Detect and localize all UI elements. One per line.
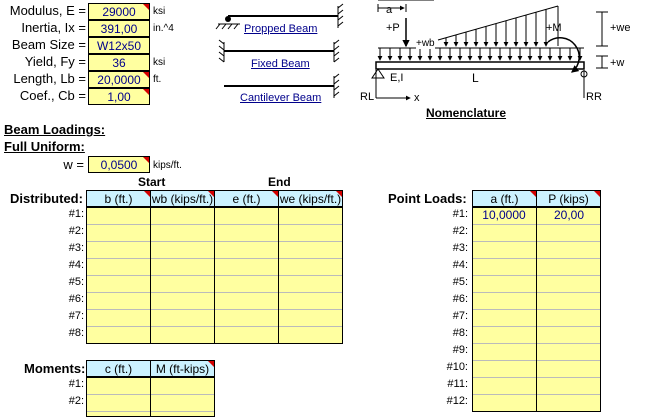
table-row-label: #3:: [68, 242, 84, 254]
table-row-label: #9:: [452, 344, 468, 356]
table-row-label: #1:: [452, 208, 468, 220]
table-row-label: #3:: [452, 242, 468, 254]
yield-unit: ksi: [153, 57, 166, 68]
beam-size-label: Beam Size =: [11, 37, 86, 52]
distributed-header-wb: wb (kips/ft.): [150, 190, 215, 207]
diagram-wb-label: +wb: [416, 38, 435, 49]
table-row-label: #4:: [68, 259, 84, 271]
diagram-l-label: L: [472, 71, 479, 85]
table-row-label: #7:: [68, 310, 84, 322]
column-divider: [278, 207, 279, 344]
table-row-label: #2:: [452, 225, 468, 237]
diagram-w-label: +w: [610, 57, 625, 69]
table-row-label: #1:: [68, 208, 84, 220]
moments-header-c: c (ft.): [86, 360, 151, 377]
propped-beam-button[interactable]: Propped Beam: [244, 23, 317, 35]
full-uniform-label: w =: [63, 157, 84, 172]
table-row-label: #11:: [447, 378, 468, 390]
diagram-m-label: +M: [546, 22, 562, 34]
column-divider: [214, 207, 215, 344]
point-load-a-1[interactable]: 10,0000: [472, 207, 536, 223]
modulus-input[interactable]: 29000: [88, 3, 150, 20]
table-row-label: #10:: [446, 361, 468, 373]
diagram-a-label: a: [386, 4, 393, 16]
inertia-input[interactable]: 391,00: [88, 20, 150, 37]
yield-label: Yield, Fy =: [24, 54, 86, 69]
table-row-label: #4:: [452, 259, 468, 271]
full-uniform-input[interactable]: 0,0500: [88, 156, 150, 173]
fixed-beam-button[interactable]: Fixed Beam: [251, 58, 310, 70]
distributed-header-we: we (kips/ft.): [278, 190, 343, 207]
diagram-we-label: +we: [610, 22, 631, 34]
column-divider: [150, 377, 151, 417]
table-row-label: #8:: [452, 327, 468, 339]
cb-label: Coef., Cb =: [19, 88, 86, 103]
cantilever-beam-button[interactable]: Cantilever Beam: [240, 92, 321, 104]
distributed-start-label: Start: [138, 175, 166, 189]
table-row-label: #6:: [452, 293, 468, 305]
table-row-label: #2:: [68, 225, 84, 237]
length-label: Length, Lb =: [13, 71, 86, 86]
diagram-rl-label: RL: [360, 91, 375, 103]
distributed-header-b: b (ft.): [86, 190, 151, 207]
point-loads-title: Point Loads:: [388, 191, 467, 206]
cb-input[interactable]: 1,00: [88, 88, 150, 105]
length-unit: ft.: [153, 74, 162, 85]
moments-title: Moments:: [24, 361, 86, 376]
distributed-header-e: e (ft.): [214, 190, 279, 207]
distributed-end-label: End: [268, 175, 291, 189]
table-row-label: #6:: [68, 293, 84, 305]
distributed-title: Distributed:: [10, 191, 83, 206]
full-uniform-title: Full Uniform:: [4, 139, 85, 154]
modulus-unit: ksi: [153, 6, 166, 17]
moments-header-m: M (ft-kips): [150, 360, 215, 377]
column-divider: [150, 207, 151, 344]
nomenclature-diagram: [371, 0, 608, 101]
full-uniform-unit: kips/ft.: [153, 160, 182, 171]
table-row-label: #5:: [68, 276, 84, 288]
inertia-label: Inertia, Ix =: [21, 20, 86, 35]
point-loads-header-a: a (ft.): [472, 190, 537, 207]
diagram-x-label: x: [414, 92, 420, 104]
nomenclature-caption: Nomenclature: [426, 106, 507, 120]
point-load-p-1[interactable]: 20,00: [537, 207, 601, 223]
yield-input[interactable]: 36: [88, 54, 150, 71]
table-row-label: #2:: [68, 395, 84, 407]
table-row-label: #5:: [452, 276, 468, 288]
beam-loadings-title: Beam Loadings:: [4, 122, 106, 137]
table-row-label: #8:: [68, 327, 84, 339]
diagram-rr-label: RR: [586, 91, 602, 103]
point-loads-header-p: P (kips): [536, 190, 601, 207]
beam-size-input[interactable]: W12x50: [88, 37, 150, 54]
column-divider: [536, 207, 537, 412]
inertia-unit: in.^4: [153, 23, 174, 34]
diagram-p-label: +P: [386, 22, 400, 34]
table-row-label: #1:: [68, 378, 84, 390]
modulus-label: Modulus, E =: [9, 3, 86, 18]
table-row-label: #12:: [446, 395, 468, 407]
length-input[interactable]: 20,0000: [88, 71, 150, 88]
table-row-label: #7:: [452, 310, 468, 322]
diagram-ei-label: E,I: [390, 72, 404, 84]
